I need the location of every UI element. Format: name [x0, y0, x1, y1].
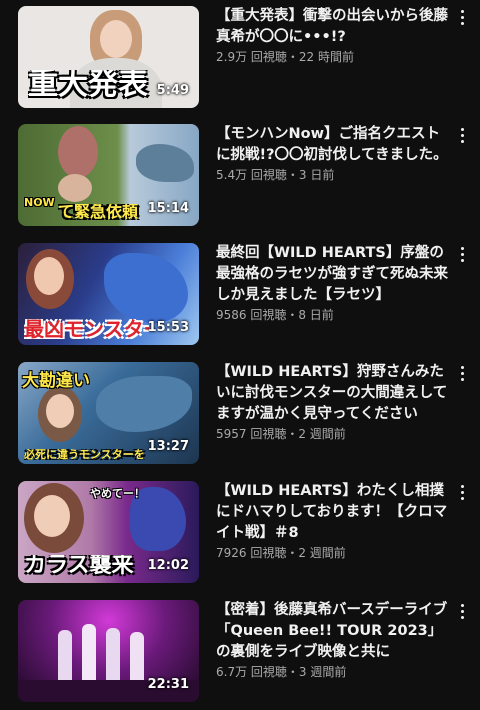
video-title[interactable]: 最終回【WILD HEARTS】序盤の最強格のラセツが強すぎて死ぬ未来しか見えま… — [216, 243, 452, 306]
more-options-icon[interactable] — [452, 481, 472, 503]
video-duration: 15:14 — [147, 201, 189, 216]
video-item[interactable]: 最凶モンスター 15:53 最終回【WILD HEARTS】序盤の最強格のラセツ… — [0, 243, 480, 347]
thumbnail-tag: NOW — [24, 196, 55, 209]
video-thumbnail[interactable]: 大勘違い 必死に違うモンスターを 13:27 — [18, 362, 199, 464]
video-stats: 6.7万 回視聴・3 週間前 — [216, 665, 347, 679]
thumbnail-tag: やめてー！ — [90, 487, 145, 500]
video-title[interactable]: 【WILD HEARTS】狩野さんみたいに討伐モンスターの大間違えしてますが温か… — [216, 362, 452, 425]
video-title[interactable]: 【密着】後藤真希バースデーライブ「Queen Bee!! TOUR 2023」の… — [216, 600, 452, 663]
video-item[interactable]: 22:31 【密着】後藤真希バースデーライブ「Queen Bee!! TOUR … — [0, 600, 480, 704]
video-stats: 7926 回視聴・2 週間前 — [216, 546, 346, 560]
video-duration: 5:49 — [156, 83, 189, 98]
video-duration: 22:31 — [147, 677, 189, 692]
video-item[interactable]: やめてー！ カラス襲来 12:02 【WILD HEARTS】わたくし相撲にドハ… — [0, 481, 480, 585]
video-thumbnail[interactable]: 最凶モンスター 15:53 — [18, 243, 199, 345]
video-meta: 最終回【WILD HEARTS】序盤の最強格のラセツが強すぎて死ぬ未来しか見えま… — [216, 243, 452, 323]
more-options-icon[interactable] — [452, 6, 472, 28]
more-options-icon[interactable] — [452, 600, 472, 622]
video-stats: 2.9万 回視聴・22 時間前 — [216, 50, 354, 64]
more-options-icon[interactable] — [452, 124, 472, 146]
video-list: 重大発表 5:49 【重大発表】衝撃の出会いから後藤真希が〇〇に•••!? 2.… — [0, 0, 480, 710]
video-stats: 9586 回視聴・8 日前 — [216, 308, 334, 322]
more-options-icon[interactable] — [452, 362, 472, 384]
video-stats: 5957 回視聴・2 週間前 — [216, 427, 346, 441]
video-title[interactable]: 【モンハンNow】ご指名クエストに挑戦!?〇〇初討伐してきました。 — [216, 124, 452, 166]
video-item[interactable]: NOW て緊急依頼 15:14 【モンハンNow】ご指名クエストに挑戦!?〇〇初… — [0, 124, 480, 228]
video-thumbnail[interactable]: 重大発表 5:49 — [18, 6, 199, 108]
thumbnail-tag: 大勘違い — [22, 371, 90, 391]
video-thumbnail[interactable]: やめてー！ カラス襲来 12:02 — [18, 481, 199, 583]
thumbnail-caption: 最凶モンスター — [24, 319, 149, 339]
video-stats: 5.4万 回視聴・3 日前 — [216, 168, 335, 182]
video-meta: 【密着】後藤真希バースデーライブ「Queen Bee!! TOUR 2023」の… — [216, 600, 452, 680]
video-title[interactable]: 【WILD HEARTS】わたくし相撲にドハマりしております！【クロマイト戦】＃… — [216, 481, 452, 544]
video-thumbnail[interactable]: NOW て緊急依頼 15:14 — [18, 124, 199, 226]
video-thumbnail[interactable]: 22:31 — [18, 600, 199, 702]
thumbnail-caption: て緊急依頼 — [58, 204, 139, 220]
video-item[interactable]: 重大発表 5:49 【重大発表】衝撃の出会いから後藤真希が〇〇に•••!? 2.… — [0, 6, 480, 110]
video-meta: 【WILD HEARTS】わたくし相撲にドハマりしております！【クロマイト戦】＃… — [216, 481, 452, 561]
video-meta: 【モンハンNow】ご指名クエストに挑戦!?〇〇初討伐してきました。 5.4万 回… — [216, 124, 452, 183]
video-item[interactable]: 大勘違い 必死に違うモンスターを 13:27 【WILD HEARTS】狩野さん… — [0, 362, 480, 466]
video-duration: 13:27 — [147, 439, 189, 454]
video-meta: 【重大発表】衝撃の出会いから後藤真希が〇〇に•••!? 2.9万 回視聴・22 … — [216, 6, 452, 65]
video-duration: 15:53 — [147, 320, 189, 335]
video-duration: 12:02 — [147, 558, 189, 573]
video-title[interactable]: 【重大発表】衝撃の出会いから後藤真希が〇〇に•••!? — [216, 6, 452, 48]
more-options-icon[interactable] — [452, 243, 472, 265]
video-meta: 【WILD HEARTS】狩野さんみたいに討伐モンスターの大間違えしてますが温か… — [216, 362, 452, 442]
